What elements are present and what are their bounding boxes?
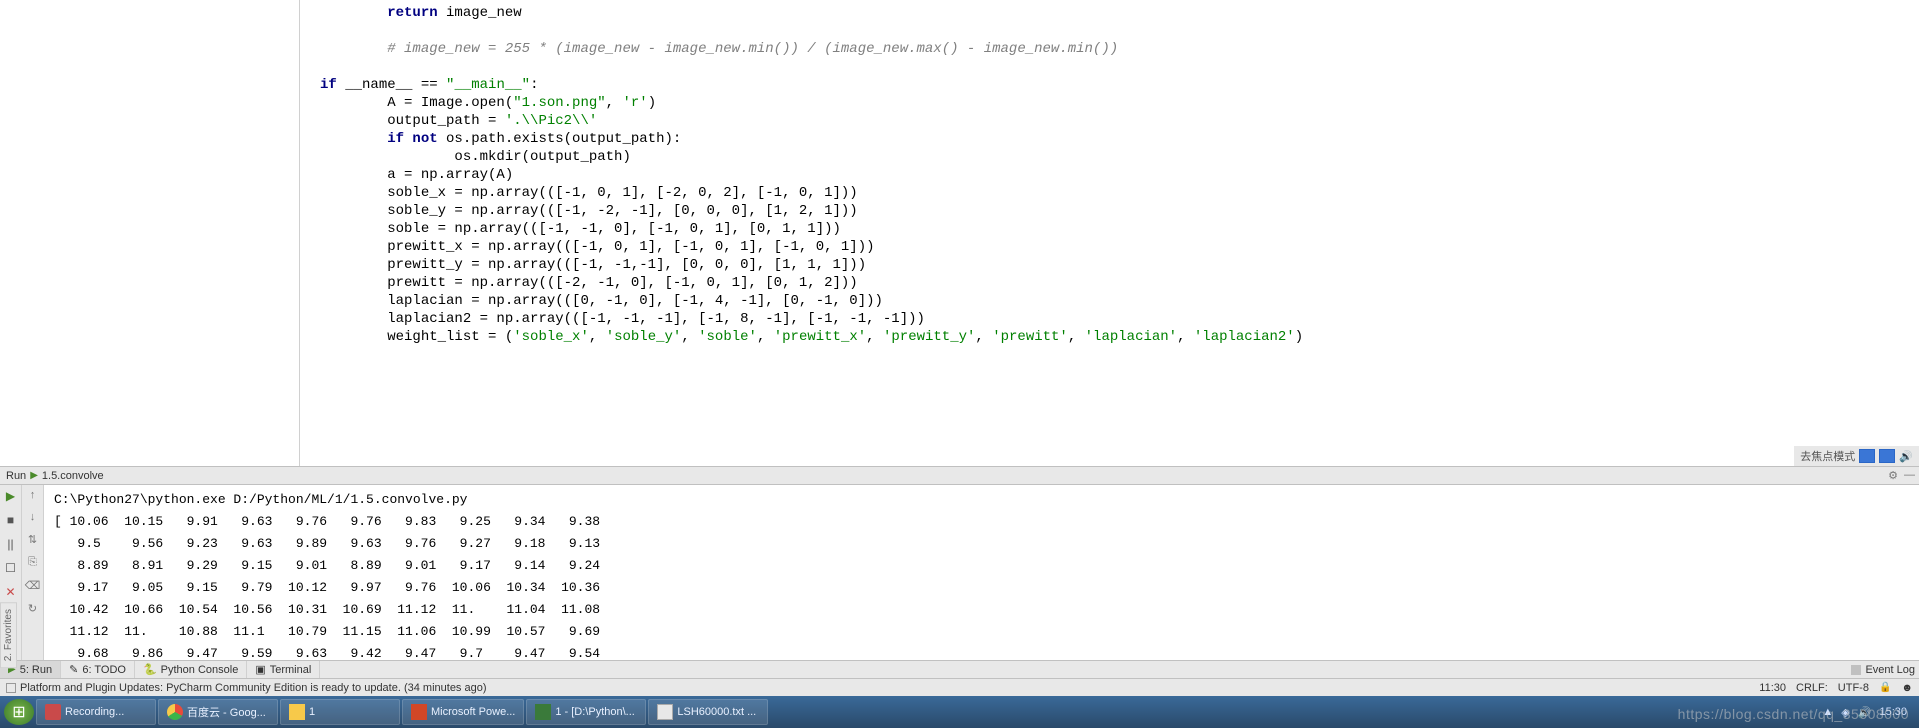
tray-network-icon[interactable]: ◈ <box>1841 706 1849 719</box>
system-tray[interactable]: ▲ ◈ 🔊 15:30 <box>1822 706 1915 719</box>
favorites-sidetab[interactable]: 2. Favorites <box>0 602 17 668</box>
taskbar-app-icon <box>411 704 427 720</box>
taskbar-app[interactable]: Recording... <box>36 699 156 725</box>
tray-arrow-icon[interactable]: ▲ <box>1822 706 1833 718</box>
editor-float-toolbar: 去焦点模式 🔊 <box>1794 446 1919 466</box>
taskbar-app[interactable]: 1 - [D:\Python\... <box>526 699 646 725</box>
console-row: [ 10.06 10.15 9.91 9.63 9.76 9.76 9.83 9… <box>54 511 1909 533</box>
run-ctrl2-button[interactable]: ⇅ <box>28 533 37 546</box>
status-message[interactable]: Platform and Plugin Updates: PyCharm Com… <box>20 682 487 694</box>
tab-eventlog[interactable]: Event Log <box>1865 664 1915 676</box>
run-controls-secondary: ↑ ↓ ⇅ ⎘ ⌫ ↻ <box>22 485 44 660</box>
run-toolwindow-header[interactable]: Run ▶ 1.5.convolve ⚙ — <box>0 467 1919 485</box>
tab-python-console[interactable]: 🐍 Python Console <box>135 661 247 678</box>
console-row: 9.68 9.86 9.47 9.59 9.63 9.42 9.47 9.7 9… <box>54 643 1909 660</box>
console-cmd-line: C:\Python27\python.exe D:/Python/ML/1/1.… <box>54 489 1909 511</box>
run-ctrl-button[interactable]: ☐ <box>4 561 18 575</box>
run-ctrl2-button[interactable]: ↻ <box>28 602 37 615</box>
minimize-icon[interactable]: — <box>1904 469 1915 482</box>
editor[interactable]: return image_new # image_new = 255 * (im… <box>300 0 1919 466</box>
taskbar-app-label: 1 - [D:\Python\... <box>555 706 634 718</box>
tray-clock[interactable]: 15:30 <box>1879 706 1907 718</box>
float-label: 去焦点模式 <box>1800 448 1855 464</box>
taskbar-app[interactable]: 百度云 - Goog... <box>158 699 278 725</box>
run-ctrl-button[interactable]: ■ <box>4 513 18 527</box>
start-button[interactable]: ⊞ <box>4 699 34 725</box>
console-row: 11.12 11. 10.88 11.1 10.79 11.15 11.06 1… <box>54 621 1909 643</box>
gear-icon[interactable]: ⚙ <box>1888 469 1898 482</box>
run-ctrl-button[interactable]: ✕ <box>4 585 18 599</box>
taskbar-app[interactable]: 1 <box>280 699 400 725</box>
code-text[interactable]: return image_new # image_new = 255 * (im… <box>300 0 1919 350</box>
taskbar-app-label: 1 <box>309 706 315 718</box>
windows-icon: ⊞ <box>12 702 25 722</box>
todo-icon: ✎ <box>69 663 78 676</box>
console-row: 10.42 10.66 10.54 10.56 10.31 10.69 11.1… <box>54 599 1909 621</box>
tab-todo-label: 6: TODO <box>82 664 126 676</box>
status-icon[interactable] <box>6 683 16 693</box>
run-header-label: Run <box>6 470 26 482</box>
taskbar-app-icon <box>167 704 183 720</box>
eventlog-icon <box>1851 665 1861 675</box>
status-bar: Platform and Plugin Updates: PyCharm Com… <box>0 678 1919 696</box>
run-ctrl2-button[interactable]: ⎘ <box>28 556 37 569</box>
console-row: 9.17 9.05 9.15 9.79 10.12 9.97 9.76 10.0… <box>54 577 1909 599</box>
run-ctrl2-button[interactable]: ↓ <box>30 511 36 523</box>
run-ctrl-button[interactable]: ▶ <box>4 489 18 503</box>
taskbar-app[interactable]: LSH60000.txt ... <box>648 699 768 725</box>
run-ctrl2-button[interactable]: ↑ <box>30 489 36 501</box>
tab-run-label: 5: Run <box>20 664 52 676</box>
hector-icon[interactable]: ☻ <box>1901 682 1913 694</box>
tab-terminal-label: Terminal <box>270 664 312 676</box>
caret-position[interactable]: 11:30 <box>1759 682 1786 694</box>
taskbar-app-label: Recording... <box>65 706 124 718</box>
tab-terminal[interactable]: ▣ Terminal <box>247 661 320 678</box>
taskbar-app-label: Microsoft Powe... <box>431 706 515 718</box>
run-console[interactable]: C:\Python27\python.exe D:/Python/ML/1/1.… <box>44 485 1919 660</box>
taskbar-app-icon <box>45 704 61 720</box>
float-btn-2[interactable] <box>1879 449 1895 463</box>
console-row: 8.89 8.91 9.29 9.15 9.01 8.89 9.01 9.17 … <box>54 555 1909 577</box>
float-btn-1[interactable] <box>1859 449 1875 463</box>
taskbar-app-label: 百度云 - Goog... <box>187 704 266 720</box>
run-ctrl-button[interactable]: || <box>4 537 18 551</box>
pyconsole-icon: 🐍 <box>143 663 157 676</box>
bottom-tool-tabs: ▶ 5: Run ✎ 6: TODO 🐍 Python Console ▣ Te… <box>0 660 1919 678</box>
taskbar-app[interactable]: Microsoft Powe... <box>402 699 524 725</box>
taskbar-app-label: LSH60000.txt ... <box>677 706 756 718</box>
run-ctrl2-button[interactable]: ⌫ <box>25 579 41 592</box>
taskbar-app-icon <box>289 704 305 720</box>
project-panel[interactable] <box>0 0 300 466</box>
windows-taskbar[interactable]: ⊞ Recording... 百度云 - Goog... 1 Microsoft Po… <box>0 696 1919 728</box>
run-arrow-icon: ▶ <box>30 470 38 481</box>
taskbar-app-icon <box>657 704 673 720</box>
file-encoding[interactable]: UTF-8 <box>1838 682 1869 694</box>
taskbar-app-icon <box>535 704 551 720</box>
terminal-icon: ▣ <box>255 663 265 676</box>
console-row: 9.5 9.56 9.23 9.63 9.89 9.63 9.76 9.27 9… <box>54 533 1909 555</box>
line-separator[interactable]: CRLF: <box>1796 682 1828 694</box>
run-config-name: 1.5.convolve <box>42 470 104 482</box>
sound-icon[interactable]: 🔊 <box>1899 450 1913 463</box>
lock-icon[interactable]: 🔒 <box>1879 682 1891 693</box>
tab-todo[interactable]: ✎ 6: TODO <box>61 661 135 678</box>
tab-pyconsole-label: Python Console <box>161 664 239 676</box>
tray-sound-icon[interactable]: 🔊 <box>1858 706 1872 719</box>
